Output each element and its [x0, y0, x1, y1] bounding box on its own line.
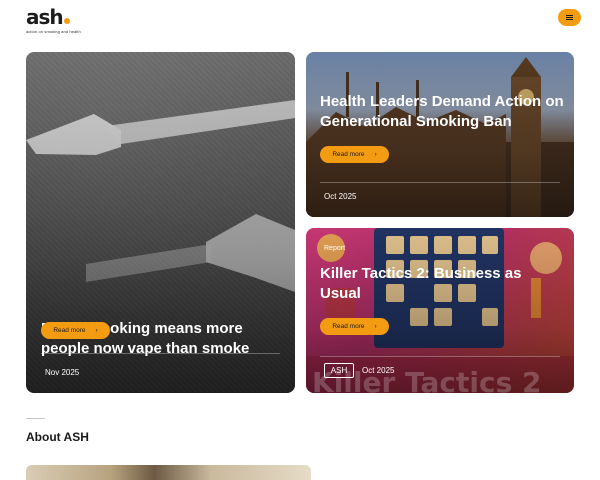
article-date: Nov 2025: [45, 368, 80, 377]
read-more-label: Read more: [332, 151, 365, 158]
about-image: [26, 465, 311, 480]
section-divider: [26, 418, 45, 419]
read-more-button[interactable]: Read more ›: [320, 146, 389, 163]
logo-dot: [63, 18, 70, 24]
chevron-right-icon: ›: [374, 151, 377, 158]
category-label: Report: [324, 245, 346, 252]
hamburger-icon: [566, 15, 573, 20]
report-article-title[interactable]: Killer Tactics 2: Business as Usual: [320, 264, 565, 304]
card-divider: [320, 182, 560, 183]
article-date: Oct 2025: [324, 192, 357, 201]
image-overlay-text: Killer Tactics 2: [312, 366, 542, 393]
logo-tagline: action on smoking and health: [26, 29, 81, 34]
read-more-label: Read more: [332, 323, 365, 330]
ash-logo[interactable]: ash action on smoking and health: [26, 6, 81, 34]
card-divider: [320, 356, 560, 357]
menu-button[interactable]: [558, 9, 581, 26]
read-more-button[interactable]: Read more ›: [41, 322, 110, 339]
read-more-label: Read more: [53, 327, 86, 334]
chevron-right-icon: ›: [95, 327, 98, 334]
report-article-card[interactable]: Report Killer Tactics 2: Business as Usu…: [306, 228, 574, 393]
about-heading: About ASH: [26, 430, 89, 444]
chevron-right-icon: ›: [374, 323, 377, 330]
logo-text: ash: [26, 5, 64, 29]
parliament-article-card[interactable]: Health Leaders Demand Action on Generati…: [306, 52, 574, 217]
card-divider: [41, 353, 280, 354]
read-more-button[interactable]: Read more ›: [320, 318, 389, 335]
featured-article-card[interactable]: Fall in smoking means more people now va…: [26, 52, 295, 393]
parliament-article-title[interactable]: Health Leaders Demand Action on Generati…: [320, 92, 565, 132]
